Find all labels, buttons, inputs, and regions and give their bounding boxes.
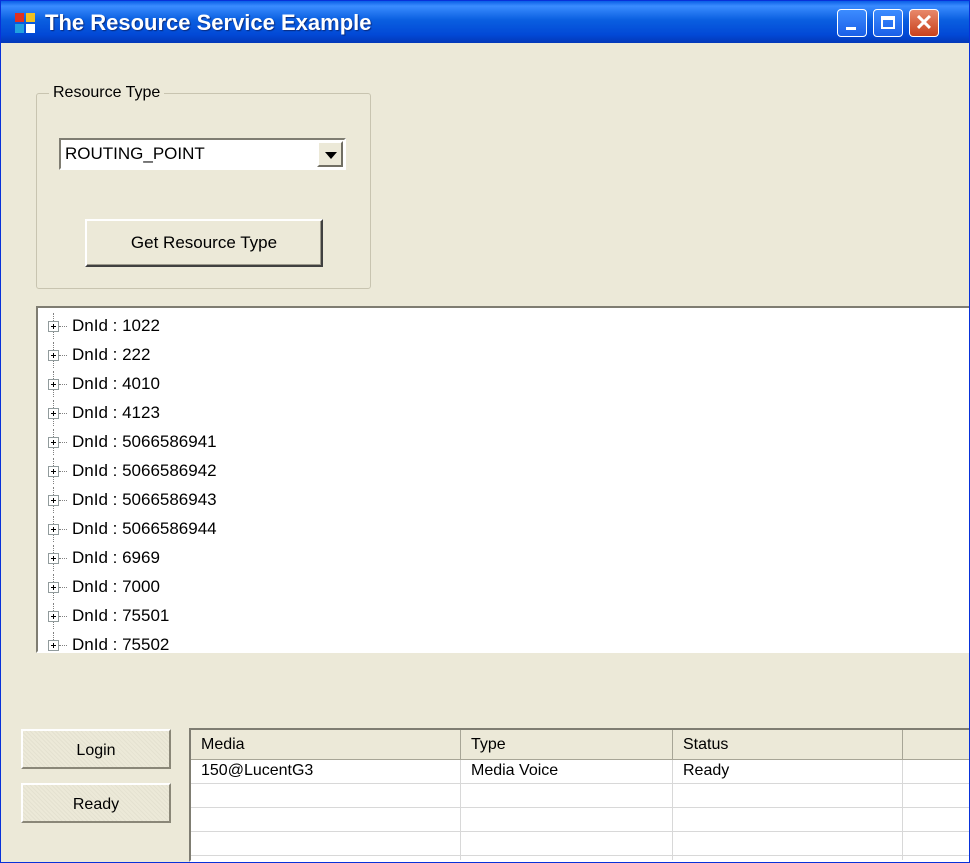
app-icon [15,13,35,33]
expand-plus-icon[interactable] [48,350,59,361]
tree-connector-line [59,529,67,530]
tree-node-label: DnId : 75502 [72,635,170,653]
tree-connector-line [59,645,67,646]
tree-connector-line [59,616,67,617]
column-header-type[interactable]: Type [461,730,673,760]
expand-plus-icon[interactable] [48,640,59,651]
get-resource-type-button[interactable]: Get Resource Type [85,219,323,267]
column-header-label: Media [201,736,245,753]
tree-node[interactable]: DnId : 5066586942 [38,458,638,484]
tree-node[interactable]: DnId : 5066586943 [38,487,638,513]
tree-node[interactable]: DnId : 222 [38,342,638,368]
resource-type-value: ROUTING_POINT [65,144,205,163]
expand-plus-icon[interactable] [48,466,59,477]
close-icon: ✕ [914,10,934,35]
tree-connector-line [59,558,67,559]
table-cell[interactable] [461,832,673,856]
table-cell[interactable] [461,784,673,808]
maximize-icon [881,16,895,29]
table-cell[interactable] [191,784,461,808]
tree-node-label: DnId : 4123 [72,403,160,422]
table-cell[interactable]: Ready [673,760,903,784]
table-cell[interactable]: 150@LucentG3 [191,760,461,784]
tree-connector-line [59,413,67,414]
resource-type-combobox[interactable]: ROUTING_POINT [59,138,346,170]
tree-connector-line [59,442,67,443]
tree-connector-line [59,384,67,385]
close-button[interactable]: ✕ [909,9,939,37]
expand-plus-icon[interactable] [48,524,59,535]
column-header-media[interactable]: Media [191,730,461,760]
table-cell[interactable] [673,808,903,832]
table-cell[interactable] [903,832,969,856]
tree-node-label: DnId : 5066586941 [72,432,217,451]
tree-connector-line [59,587,67,588]
media-grid[interactable]: Media Type Status 150@LucentG3 Media Voice Re… [189,728,969,862]
tree-node-label: DnId : 5066586944 [72,519,217,538]
table-cell[interactable] [191,856,461,860]
expand-plus-icon[interactable] [48,437,59,448]
table-cell[interactable] [191,832,461,856]
table-cell[interactable] [461,808,673,832]
tree-node[interactable]: DnId : 5066586941 [38,429,638,455]
tree-node-label: DnId : 4010 [72,374,160,393]
tree-node-label: DnId : 6969 [72,548,160,567]
table-cell[interactable] [903,784,969,808]
table-cell[interactable]: Media Voice [461,760,673,784]
tree-node-label: DnId : 1022 [72,316,160,335]
title-bar[interactable]: The Resource Service Example ✕ [1,1,969,43]
tree-node-label: DnId : 5066586942 [72,461,217,480]
expand-plus-icon[interactable] [48,611,59,622]
table-cell[interactable] [191,808,461,832]
tree-node[interactable]: DnId : 7000 [38,574,638,600]
tree-node[interactable]: DnId : 4010 [38,371,638,397]
maximize-button[interactable] [873,9,903,37]
column-header-label: Status [683,736,729,753]
expand-plus-icon[interactable] [48,495,59,506]
tree-connector-line [59,500,67,501]
table-cell[interactable] [461,856,673,860]
tree-node[interactable]: DnId : 4123 [38,400,638,426]
tree-node[interactable]: DnId : 1022 [38,313,638,339]
resource-tree-view[interactable]: DnId : 1022 DnId : 222 DnId : 4010 DnId : 4… [36,306,969,653]
tree-connector-line [59,326,67,327]
resource-type-group-label: Resource Type [49,84,165,102]
tree-node-label: DnId : 7000 [72,577,160,596]
dropdown-button[interactable] [317,141,343,167]
chevron-down-icon [325,152,337,159]
tree-connector-line [59,355,67,356]
table-cell[interactable] [903,856,969,860]
table-cell[interactable] [903,808,969,832]
expand-plus-icon[interactable] [48,408,59,419]
table-cell[interactable] [673,856,903,860]
table-cell[interactable] [903,760,969,784]
table-cell[interactable] [673,832,903,856]
tree-node-label: DnId : 75501 [72,606,170,625]
expand-plus-icon[interactable] [48,321,59,332]
cell-value: 150@LucentG3 [201,762,314,779]
minimize-button[interactable] [837,9,867,37]
app-window: The Resource Service Example ✕ Resource … [0,0,970,863]
tree-node[interactable]: DnId : 6969 [38,545,638,571]
tree-node[interactable]: DnId : 75502 [38,632,638,653]
tree-node[interactable]: DnId : 75501 [38,603,638,629]
column-header-filler[interactable] [903,730,969,760]
tree-node-label: DnId : 5066586943 [72,490,217,509]
tree-node-label: DnId : 222 [72,345,151,364]
cell-value: Ready [683,762,730,779]
expand-plus-icon[interactable] [48,553,59,564]
cell-value: Media Voice [471,762,559,779]
column-header-label: Type [471,736,506,753]
minimize-icon [846,27,856,30]
table-cell[interactable] [673,784,903,808]
tree-connector-line [59,471,67,472]
tree-node[interactable]: DnId : 5066586944 [38,516,638,542]
window-title: The Resource Service Example [45,10,372,35]
login-button[interactable]: Login [21,729,171,769]
ready-button[interactable]: Ready [21,783,171,823]
expand-plus-icon[interactable] [48,582,59,593]
expand-plus-icon[interactable] [48,379,59,390]
column-header-status[interactable]: Status [673,730,903,760]
